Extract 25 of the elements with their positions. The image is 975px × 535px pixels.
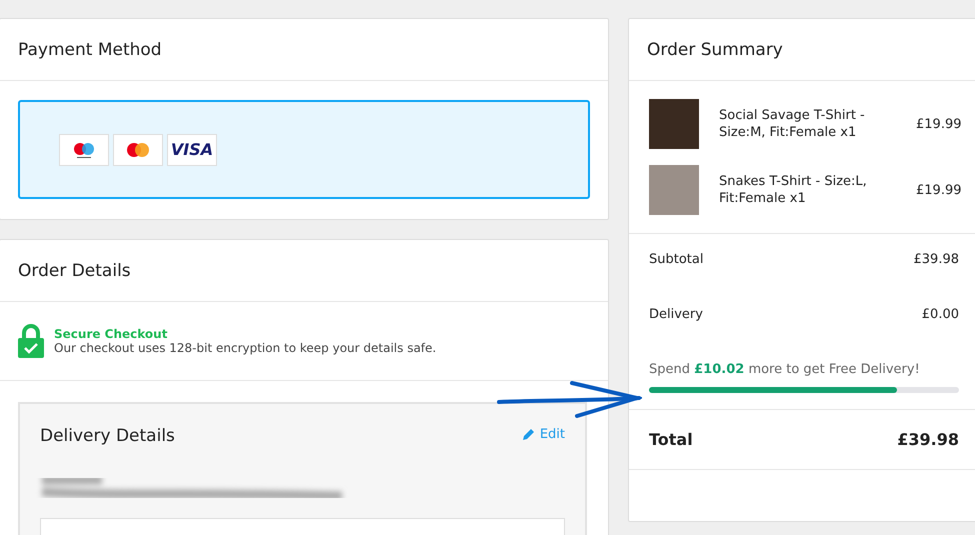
item-price: £19.99 [916,182,962,198]
secure-checkout-text: Our checkout uses 128-bit encryption to keep your details safe. [54,341,436,355]
visa-logo: VISA [167,134,217,166]
secure-checkout-title: Secure Checkout [54,327,168,341]
mastercard-logo [113,134,163,166]
card-title: Order Summary [629,19,975,81]
product-photo-placeholder [649,99,699,149]
total-label: Total [649,430,693,449]
delivery-details-title: Delivery Details [40,426,175,446]
item-name: Social Savage T-Shirt - Size:M, Fit:Female x1 [719,107,866,141]
item-price: £19.99 [916,116,962,132]
card-title: Payment Method [0,19,608,81]
payment-option[interactable]: VISA [18,100,590,199]
free-delivery-message: Spend £10.02 more to get Free Delivery! [649,362,921,377]
maestro-logo [59,134,109,166]
delivery-value: £0.00 [922,307,959,322]
delivery-label: Delivery [649,307,703,322]
total-value: £39.98 [897,430,959,449]
product-photo-placeholder [649,165,699,215]
card-title: Order Details [0,240,608,302]
pencil-icon [522,428,535,440]
item-name: Snakes T-Shirt - Size:L, Fit:Female x1 [719,173,868,207]
subtotal-value: £39.98 [914,252,959,267]
subtotal-label: Subtotal [649,252,704,267]
padlock-check-icon [18,324,44,358]
